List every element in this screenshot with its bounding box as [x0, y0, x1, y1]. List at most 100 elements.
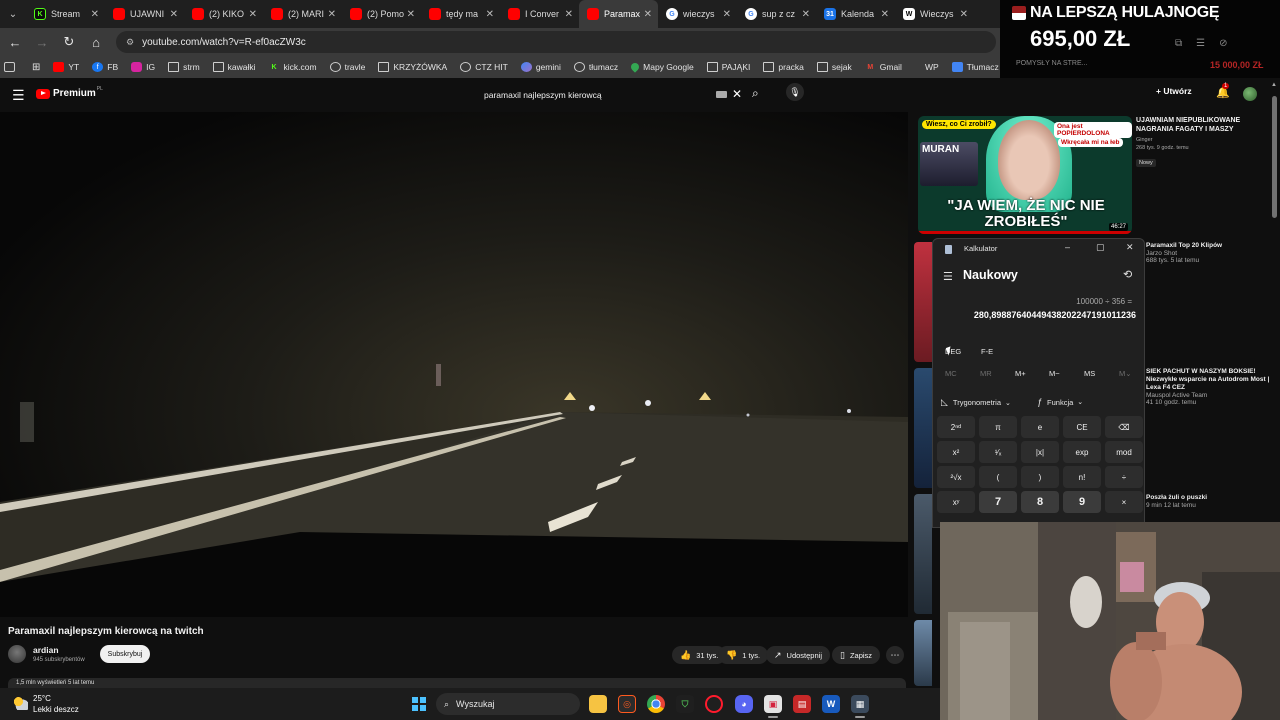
- bookmark-item[interactable]: f FB: [92, 62, 118, 72]
- address-bar[interactable]: ⚙ youtube.com/watch?v=R-ef0acZW3c: [116, 31, 996, 53]
- apps-grid-icon[interactable]: ⊞: [32, 62, 40, 73]
- share-button[interactable]: ↗ Udostępnij: [766, 646, 830, 664]
- chrome-icon[interactable]: [647, 695, 665, 713]
- browser-tab[interactable]: Gsup z cz ✕: [737, 0, 816, 28]
- memory-button[interactable]: M−: [1049, 369, 1060, 378]
- recommendation-thumbnail[interactable]: [914, 242, 932, 362]
- site-info-icon[interactable]: ⚙: [126, 37, 134, 48]
- recommendation-thumbnail[interactable]: [914, 620, 932, 686]
- memory-button[interactable]: MS: [1084, 369, 1095, 378]
- close-tab-icon[interactable]: ✕: [170, 9, 178, 20]
- function-key[interactable]: ¹⁄ₓ: [979, 441, 1017, 463]
- clear-search-icon[interactable]: ✕: [732, 87, 742, 101]
- digit-key[interactable]: 9: [1063, 491, 1101, 513]
- create-button[interactable]: + Utwórz: [1156, 86, 1192, 96]
- fe-button[interactable]: F-E: [981, 347, 993, 356]
- recommendation-meta[interactable]: UJAWNIAM NIEPUBLIKOWANE NAGRANIA FAGATY …: [1136, 116, 1268, 169]
- digit-key[interactable]: 8: [1021, 491, 1059, 513]
- history-icon[interactable]: ⟲: [1123, 268, 1132, 281]
- scrollbar-thumb[interactable]: [1272, 96, 1277, 218]
- bookmark-item[interactable]: PAJĄKI: [706, 62, 750, 72]
- roblox-icon[interactable]: ▣: [764, 695, 782, 718]
- close-tab-icon[interactable]: ✕: [407, 9, 415, 20]
- function-key[interactable]: e: [1021, 416, 1059, 438]
- close-tab-icon[interactable]: ✕: [486, 9, 494, 20]
- forward-icon[interactable]: →: [30, 30, 54, 54]
- bookmark-item[interactable]: Tłumacz: [951, 62, 999, 72]
- close-tab-icon[interactable]: ✕: [960, 9, 968, 20]
- navigation-menu-icon[interactable]: ☰: [943, 270, 953, 283]
- bookmark-item[interactable]: pracka: [763, 62, 804, 72]
- recommendation-meta[interactable]: Paramaxil Top 20 Klipów Jarzo Shot 688 t…: [1146, 242, 1270, 264]
- memory-button[interactable]: M⌄: [1119, 369, 1132, 378]
- bookmark-item[interactable]: IG: [131, 62, 155, 72]
- calculator-titlebar[interactable]: Kalkulator – ▢ ✕: [933, 239, 1144, 259]
- calculator-taskbar-icon[interactable]: ▦: [851, 695, 869, 718]
- browser-tab[interactable]: UJAWNI ✕: [105, 0, 184, 28]
- function-key[interactable]: ÷: [1105, 466, 1143, 488]
- memory-button[interactable]: MR: [980, 369, 992, 378]
- bookmark-item[interactable]: sejak: [816, 62, 852, 72]
- more-actions-icon[interactable]: ⋯: [886, 646, 904, 664]
- bookmark-item[interactable]: tłumacz: [573, 62, 618, 72]
- bookmark-item[interactable]: M Gmail: [865, 62, 902, 72]
- bookmark-item[interactable]: kawałki: [212, 62, 256, 72]
- youtube-logo[interactable]: Premium PL: [36, 86, 103, 99]
- maximize-icon[interactable]: ▢: [1096, 242, 1105, 253]
- bookmark-item[interactable]: travle: [329, 62, 365, 72]
- browser-tab[interactable]: W Wieczys ✕: [895, 0, 974, 28]
- close-tab-icon[interactable]: ✕: [644, 9, 652, 20]
- pdf-reader-icon[interactable]: ▤: [793, 695, 811, 713]
- bookmark-item[interactable]: WP: [915, 62, 939, 72]
- channel-avatar[interactable]: [8, 645, 26, 663]
- close-tab-icon[interactable]: ✕: [565, 9, 573, 20]
- subscribe-button[interactable]: Subskrybuj: [100, 645, 150, 663]
- keyboard-icon[interactable]: [716, 91, 727, 98]
- close-icon[interactable]: ✕: [1126, 242, 1134, 253]
- function-key[interactable]: ²√x: [937, 466, 975, 488]
- bookmark-item[interactable]: YT: [53, 62, 79, 72]
- save-button[interactable]: ▯ Zapisz: [832, 646, 881, 664]
- close-tab-icon[interactable]: ✕: [328, 9, 336, 20]
- reload-icon[interactable]: ↻: [57, 30, 81, 54]
- function-key[interactable]: xʸ: [937, 491, 975, 513]
- bookmark-item[interactable]: Kkick.com: [269, 62, 317, 72]
- steelseries-icon[interactable]: ◎: [618, 695, 636, 713]
- word-icon[interactable]: W: [822, 695, 840, 713]
- browser-tab[interactable]: tędy ma ✕: [421, 0, 500, 28]
- taskbar-search[interactable]: ⌕ Wyszukaj: [436, 693, 580, 715]
- sidebar-toggle-icon[interactable]: [4, 62, 19, 72]
- search-input[interactable]: paramaxil najlepszym kierowcą ✕: [478, 84, 746, 106]
- tab-search-icon[interactable]: ⌄: [0, 0, 26, 28]
- function-key[interactable]: ×: [1105, 491, 1143, 513]
- scroll-up-icon[interactable]: ▲: [1271, 82, 1277, 88]
- account-avatar[interactable]: [1243, 87, 1257, 101]
- function-key[interactable]: n!: [1063, 466, 1101, 488]
- close-tab-icon[interactable]: ✕: [249, 9, 257, 20]
- browser-tab[interactable]: (2) KIKO ✕: [184, 0, 263, 28]
- recommendation-thumbnail[interactable]: [914, 494, 932, 614]
- back-icon[interactable]: ←: [3, 30, 27, 54]
- recommendation-thumbnail[interactable]: [914, 368, 932, 488]
- bookmark-item[interactable]: gemini: [520, 62, 561, 72]
- function-key[interactable]: 2ⁿᵈ: [937, 416, 975, 438]
- start-icon[interactable]: [412, 697, 426, 711]
- function-key[interactable]: |x|: [1021, 441, 1059, 463]
- function-key[interactable]: ): [1021, 466, 1059, 488]
- recommendation-meta[interactable]: Poszła żuli o puszki 9 min 12 lat temu: [1146, 494, 1270, 509]
- function-key[interactable]: CE: [1063, 416, 1101, 438]
- weather-description[interactable]: Lekki deszcz: [33, 705, 79, 714]
- browser-tab[interactable]: Paramax ✕: [579, 0, 658, 28]
- function-key[interactable]: mod: [1105, 441, 1143, 463]
- browser-tab[interactable]: K Stream ✕: [26, 0, 105, 28]
- browser-tab[interactable]: 31 Kalenda ✕: [816, 0, 895, 28]
- function-key[interactable]: exp: [1063, 441, 1101, 463]
- close-tab-icon[interactable]: ✕: [723, 9, 731, 20]
- discord-icon[interactable]: ◕: [735, 695, 753, 713]
- bookmark-item[interactable]: Mapy Google: [629, 61, 694, 73]
- search-icon[interactable]: ⌕: [752, 86, 759, 101]
- close-tab-icon[interactable]: ✕: [881, 9, 889, 20]
- browser-tab[interactable]: I Conver ✕: [500, 0, 579, 28]
- close-tab-icon[interactable]: ✕: [802, 9, 810, 20]
- microphone-icon[interactable]: 🎙: [786, 83, 804, 101]
